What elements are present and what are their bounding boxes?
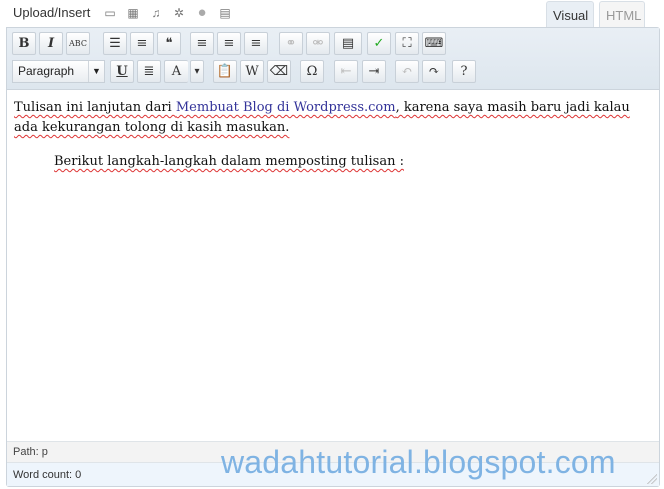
paragraph-1-text: Tulisan ini lanjutan dari xyxy=(14,100,176,115)
help-icon: ? xyxy=(460,64,468,79)
clear-formatting-icon: ⌫ xyxy=(269,64,289,79)
format-select[interactable]: Paragraph ▼ xyxy=(12,60,105,83)
add-poll-icon[interactable]: ● xyxy=(195,5,209,20)
redo-icon: ↷ xyxy=(428,64,440,79)
add-form-icon[interactable]: ▤ xyxy=(218,6,232,20)
numbered-list-button[interactable]: ≡ xyxy=(130,32,154,55)
kitchen-sink-button[interactable]: ⌨ xyxy=(422,32,446,55)
align-center-icon: ≡ xyxy=(223,36,235,51)
path-text: Path: p xyxy=(13,446,48,458)
underline-button[interactable]: U xyxy=(110,60,134,83)
add-media-icon[interactable]: ✲ xyxy=(172,6,186,20)
unlink-button[interactable]: ⚮ xyxy=(306,32,330,55)
bullet-list-button[interactable]: ☰ xyxy=(103,32,127,55)
editor: Paragraph ▼ B I ABC ☰ ≡ ❝ ≡ ≡ ≡ ⚭ ⚮ ▤ ✓ ⛶ ⌨ U ≣ A ▾ 📋 W ⌫ Ω ⇤ ⇥ ↶ ↷… xyxy=(6,27,660,487)
upload-insert-label: Upload/Insert xyxy=(13,5,91,20)
strikethrough-icon: ABC xyxy=(69,39,87,48)
insert-link-icon: ⚭ xyxy=(285,36,297,51)
paste-text-button[interactable]: 📋 xyxy=(213,60,237,83)
align-left-button[interactable]: ≡ xyxy=(190,32,214,55)
format-select-value: Paragraph xyxy=(18,64,75,78)
italic-icon: I xyxy=(47,36,55,51)
content-area[interactable]: Tulisan ini lanjutan dari Membuat Blog d… xyxy=(7,91,659,441)
watermark: wadahtutorial.blogspot.com xyxy=(221,444,616,480)
underline-icon: U xyxy=(116,64,128,79)
bullet-list-icon: ☰ xyxy=(109,36,121,51)
special-char-icon: Ω xyxy=(306,64,318,79)
outdent-button[interactable]: ⇤ xyxy=(334,60,358,83)
top-bar: Upload/Insert ▭ ▦ ♫ ✲ ● ▤ Visual HTML xyxy=(0,0,664,28)
chevron-down-icon: ▼ xyxy=(88,61,104,82)
insert-more-icon: ▤ xyxy=(341,36,355,51)
indent-icon: ⇥ xyxy=(368,64,380,79)
add-image-icon[interactable]: ▭ xyxy=(103,6,117,20)
bold-button[interactable]: B xyxy=(12,32,36,55)
add-audio-icon[interactable]: ♫ xyxy=(149,6,163,20)
align-left-icon: ≡ xyxy=(196,36,208,51)
justify-button[interactable]: ≣ xyxy=(137,60,161,83)
indent-button[interactable]: ⇥ xyxy=(362,60,386,83)
add-video-icon[interactable]: ▦ xyxy=(126,6,140,20)
insert-link-button[interactable]: ⚭ xyxy=(279,32,303,55)
text-color-button[interactable]: A xyxy=(164,60,188,83)
undo-button[interactable]: ↶ xyxy=(395,60,419,83)
text-color-icon: A xyxy=(171,64,182,79)
redo-button[interactable]: ↷ xyxy=(422,60,446,83)
paragraph-2: Berikut langkah-langkah dalam memposting… xyxy=(14,152,652,172)
paste-word-button[interactable]: W xyxy=(240,60,264,83)
strikethrough-button[interactable]: ABC xyxy=(66,32,90,55)
paste-text-icon: 📋 xyxy=(216,64,234,79)
fullscreen-icon: ⛶ xyxy=(402,36,412,51)
paragraph-1: Tulisan ini lanjutan dari Membuat Blog d… xyxy=(14,98,652,138)
resize-handle-icon[interactable] xyxy=(647,474,657,484)
align-right-button[interactable]: ≡ xyxy=(244,32,268,55)
bold-icon: B xyxy=(18,36,30,51)
align-right-icon: ≡ xyxy=(250,36,262,51)
undo-icon: ↶ xyxy=(401,64,413,79)
editor-toolbar: Paragraph ▼ B I ABC ☰ ≡ ❝ ≡ ≡ ≡ ⚭ ⚮ ▤ ✓ ⛶ ⌨ U ≣ A ▾ 📋 W ⌫ Ω ⇤ ⇥ ↶ ↷… xyxy=(7,28,659,90)
clear-formatting-button[interactable]: ⌫ xyxy=(267,60,291,83)
word-count: Word count: 0 xyxy=(13,469,82,481)
justify-icon: ≣ xyxy=(143,64,155,79)
spellcheck-button[interactable]: ✓ xyxy=(367,32,391,55)
spellcheck-icon: ✓ xyxy=(373,36,385,51)
insert-more-button[interactable]: ▤ xyxy=(334,32,362,55)
tab-visual[interactable]: Visual xyxy=(546,1,594,28)
fullscreen-button[interactable]: ⛶ xyxy=(395,32,419,55)
paragraph-2-text: Berikut langkah-langkah dalam memposting… xyxy=(54,154,404,169)
numbered-list-icon: ≡ xyxy=(136,36,148,51)
outdent-icon: ⇤ xyxy=(340,64,352,79)
tab-html[interactable]: HTML xyxy=(599,1,645,28)
text-color-dropdown-icon: ▾ xyxy=(194,66,200,77)
help-button[interactable]: ? xyxy=(452,60,476,83)
blog-link[interactable]: Membuat Blog di Wordpress.com xyxy=(176,100,396,115)
kitchen-sink-icon: ⌨ xyxy=(424,36,444,51)
special-char-button[interactable]: Ω xyxy=(300,60,324,83)
text-color-dropdown-button[interactable]: ▾ xyxy=(190,60,204,83)
blockquote-button[interactable]: ❝ xyxy=(157,32,181,55)
align-center-button[interactable]: ≡ xyxy=(217,32,241,55)
blockquote-icon: ❝ xyxy=(165,36,173,51)
paste-word-icon: W xyxy=(245,64,259,79)
italic-button[interactable]: I xyxy=(39,32,63,55)
unlink-icon: ⚮ xyxy=(312,36,324,51)
